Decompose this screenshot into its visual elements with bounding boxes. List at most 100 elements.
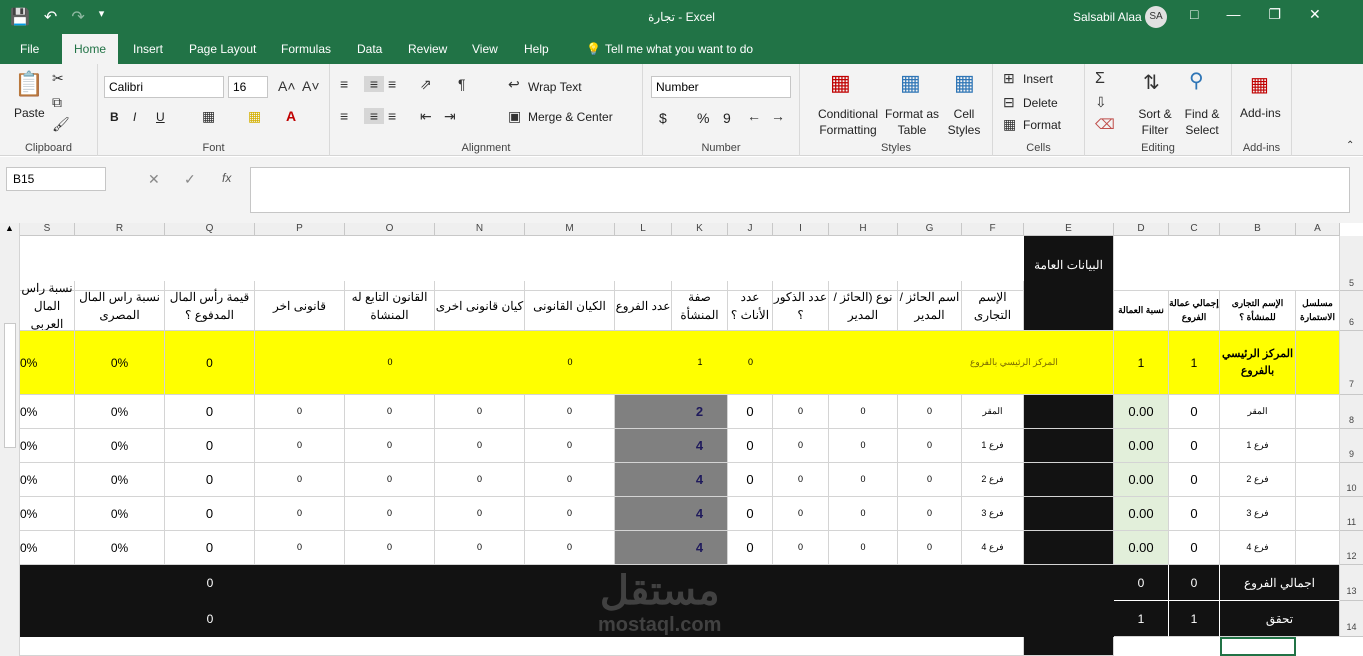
cell-r8-l[interactable] (615, 395, 672, 429)
fill-icon[interactable]: ⇩ (1095, 94, 1107, 111)
decrease-decimal-icon[interactable]: → (771, 108, 785, 124)
insert-button[interactable]: Insert (1023, 72, 1053, 86)
row-header-11[interactable]: 11 (1340, 497, 1363, 531)
cell-r9-a[interactable] (1296, 429, 1340, 463)
header-r[interactable]: نسبة راس المال المصرى (75, 281, 165, 331)
row-header-5[interactable]: 5 (1340, 236, 1363, 291)
header-n[interactable]: كيان قانونى اخرى (435, 281, 525, 331)
sort-filter-button[interactable]: Sort & Filter (1133, 106, 1177, 138)
r7-s[interactable]: 0% (20, 331, 75, 395)
col-header-h[interactable]: H (829, 223, 898, 236)
align-right-icon[interactable]: ≡ (388, 108, 396, 124)
close-icon[interactable]: ✕ (1309, 6, 1321, 23)
cell-r12-i[interactable]: 0 (773, 531, 829, 565)
header-p[interactable]: قانونى اخر (255, 281, 345, 331)
format-button[interactable]: Format (1023, 118, 1061, 132)
cell-r11-i[interactable]: 0 (773, 497, 829, 531)
col-header-p[interactable]: P (255, 223, 345, 236)
col-header-k[interactable]: K (672, 223, 728, 236)
tab-formulas[interactable]: Formulas (273, 34, 339, 64)
header-l[interactable]: عدد الفروع (615, 281, 672, 331)
number-format-select[interactable]: Number (651, 76, 791, 98)
clear-icon[interactable]: ⌫ (1095, 116, 1115, 133)
header-o[interactable]: القانون التابع له المنشاة (345, 281, 435, 331)
align-middle-icon[interactable]: ≡ (364, 76, 384, 92)
cell-r11-c[interactable]: 0 (1169, 497, 1220, 531)
tab-help[interactable]: Help (516, 34, 557, 64)
orientation-icon[interactable]: ⇗ (420, 76, 432, 93)
cell-r8-c[interactable]: 0 (1169, 395, 1220, 429)
cell-r9-g[interactable]: 0 (898, 429, 962, 463)
row15-e[interactable] (1024, 637, 1114, 656)
col-header-n[interactable]: N (435, 223, 525, 236)
cell-r8-n[interactable]: 0 (435, 395, 525, 429)
fill-color-icon[interactable]: ▦ (248, 108, 261, 125)
cell-r11-b[interactable]: فرع 3 (1220, 497, 1296, 531)
header-a[interactable]: مسلسل الاستمارة (1296, 291, 1340, 331)
wrap-text-button[interactable]: Wrap Text (528, 80, 582, 94)
cell-r10-h[interactable]: 0 (829, 463, 898, 497)
cell-r10-l[interactable] (615, 463, 672, 497)
cell-r8-q[interactable]: 0 (165, 395, 255, 429)
row-header-14[interactable]: 14 (1340, 601, 1363, 637)
cell-r8-j[interactable]: 0 (728, 395, 773, 429)
header-h[interactable]: نوع (الحائز / المدير (829, 281, 898, 331)
find-select-button[interactable]: Find & Select (1177, 106, 1227, 138)
cell-r9-m[interactable]: 0 (525, 429, 615, 463)
cell-r12-l[interactable] (615, 531, 672, 565)
addins-icon[interactable]: ▦ (1250, 72, 1269, 97)
cell-r9-n[interactable]: 0 (435, 429, 525, 463)
scroll-up-icon[interactable]: ▲ (0, 223, 19, 233)
cell-r10-a[interactable] (1296, 463, 1340, 497)
header-s[interactable]: نسبة راس المال العربي (20, 281, 75, 331)
addins-button[interactable]: Add-ins (1240, 106, 1281, 120)
cell-r8-m[interactable]: 0 (525, 395, 615, 429)
cell-r10-q[interactable]: 0 (165, 463, 255, 497)
general-data-header[interactable]: البيانات العامة (1024, 236, 1114, 331)
conditional-formatting-icon[interactable]: ▦ (830, 70, 851, 96)
cell-r11-j[interactable]: 0 (728, 497, 773, 531)
cell-r9-r[interactable]: 0% (75, 429, 165, 463)
cell-r10-m[interactable]: 0 (525, 463, 615, 497)
cell-r11-q[interactable]: 0 (165, 497, 255, 531)
header-f[interactable]: الإسم التجارى (962, 281, 1024, 331)
cell-r10-e[interactable] (1024, 463, 1114, 497)
cell-r10-c[interactable]: 0 (1169, 463, 1220, 497)
cell-r12-j[interactable]: 0 (728, 531, 773, 565)
cell-r11-m[interactable]: 0 (525, 497, 615, 531)
cell-r10-s[interactable]: 0% (20, 463, 75, 497)
italic-button[interactable]: I (133, 110, 136, 124)
cell-r11-p[interactable]: 0 (255, 497, 345, 531)
cell-styles-icon[interactable]: ▦ (954, 70, 975, 96)
r7-ih[interactable] (773, 331, 962, 395)
cell-r11-o[interactable]: 0 (345, 497, 435, 531)
col-header-b[interactable]: B (1220, 223, 1296, 236)
cell-r8-s[interactable]: 0% (20, 395, 75, 429)
restore-icon[interactable]: ❐ (1268, 6, 1281, 23)
cell-r11-a[interactable] (1296, 497, 1340, 531)
cell-r12-n[interactable]: 0 (435, 531, 525, 565)
cell-r11-l[interactable] (615, 497, 672, 531)
cell-r11-n[interactable]: 0 (435, 497, 525, 531)
ribbon-display-icon[interactable]: □ (1190, 6, 1198, 23)
cell-r9-o[interactable]: 0 (345, 429, 435, 463)
cell-r8-f[interactable]: المقر (962, 395, 1024, 429)
increase-indent-icon[interactable]: ⇥ (444, 108, 456, 125)
cell-r12-h[interactable]: 0 (829, 531, 898, 565)
vertical-scrollbar[interactable]: ▲ (0, 223, 20, 656)
paste-icon[interactable]: 📋 (14, 70, 44, 99)
fx-button[interactable]: fx (222, 171, 231, 185)
conditional-formatting-button[interactable]: Conditional Formatting (812, 106, 884, 138)
cut-icon[interactable]: ✂ (52, 70, 64, 87)
cancel-icon[interactable]: ✕ (148, 171, 160, 188)
r7-m[interactable]: 0 (525, 331, 615, 395)
cell-r12-a[interactable] (1296, 531, 1340, 565)
cell-r12-f[interactable]: فرع 4 (962, 531, 1024, 565)
cell-r8-d[interactable]: 0.00 (1114, 395, 1169, 429)
row-header-9[interactable]: 9 (1340, 429, 1363, 463)
cell-r12-b[interactable]: فرع 4 (1220, 531, 1296, 565)
cell-r8-o[interactable]: 0 (345, 395, 435, 429)
r7-c[interactable]: 1 (1169, 331, 1220, 395)
tab-insert[interactable]: Insert (125, 34, 171, 64)
row-header-7[interactable]: 7 (1340, 331, 1363, 395)
